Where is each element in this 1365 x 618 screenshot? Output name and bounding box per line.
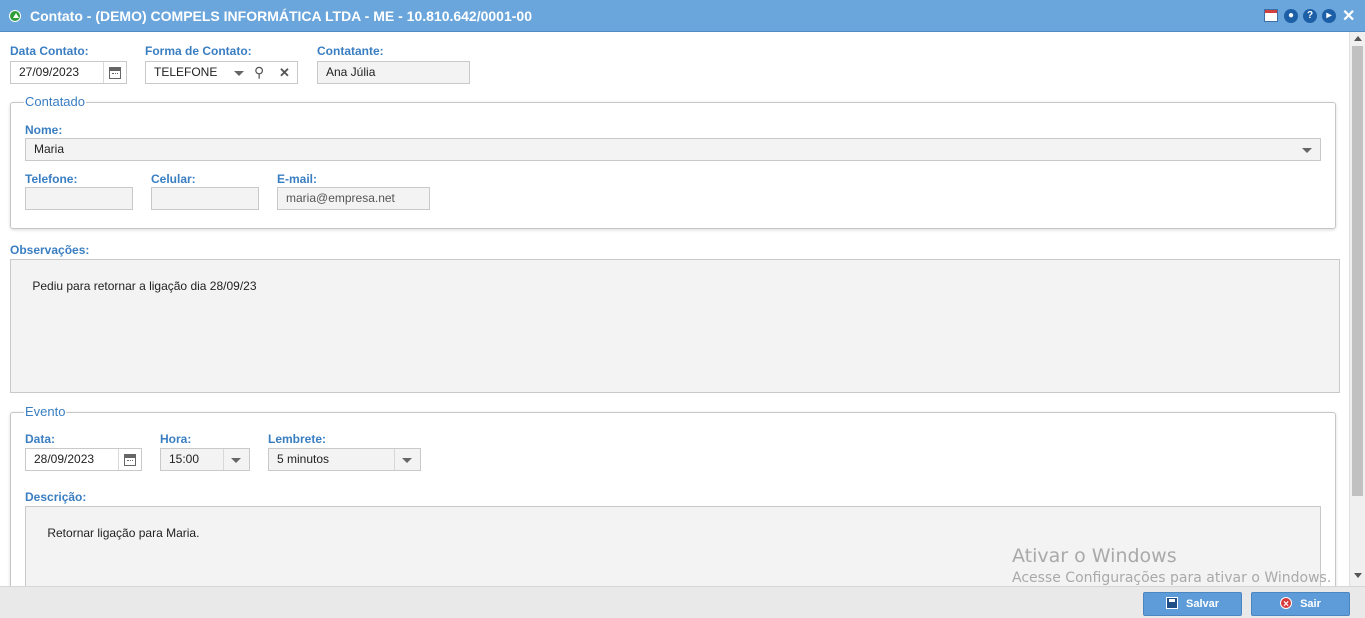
vertical-scrollbar[interactable] xyxy=(1349,32,1365,586)
description-label: Descrição: xyxy=(25,490,87,504)
event-time-select[interactable]: 15:00 xyxy=(160,448,250,471)
phone-field[interactable] xyxy=(25,187,133,210)
name-select[interactable]: Maria xyxy=(25,138,1321,161)
contact-date-label: Data Contato: xyxy=(10,44,89,58)
help-icon[interactable]: ? xyxy=(1303,9,1317,23)
chevron-down-icon[interactable] xyxy=(234,71,244,76)
observations-value: Pediu para retornar a ligação dia 28/09/… xyxy=(32,279,257,293)
save-button[interactable]: Salvar xyxy=(1143,592,1242,616)
contact-form-label: Forma de Contato: xyxy=(145,44,252,58)
event-date-label: Data: xyxy=(25,432,56,446)
event-legend: Evento xyxy=(24,404,67,419)
calendar-icon[interactable] xyxy=(1264,9,1278,22)
chevron-down-icon[interactable] xyxy=(402,458,412,463)
contacted-legend: Contatado xyxy=(24,94,86,109)
observations-textarea[interactable]: Pediu para retornar a ligação dia 28/09/… xyxy=(10,259,1340,393)
calendar-picker-icon[interactable] xyxy=(109,67,121,79)
record-icon[interactable]: ● xyxy=(1284,9,1298,23)
scroll-up-icon[interactable] xyxy=(1354,36,1362,41)
contact-date-value: 27/09/2023 xyxy=(19,65,80,79)
scrollbar-thumb[interactable] xyxy=(1352,46,1363,496)
contactor-field[interactable]: Ana Júlia xyxy=(317,61,470,84)
event-time-label: Hora: xyxy=(160,432,192,446)
field-separator xyxy=(103,62,104,83)
phone-label: Telefone: xyxy=(25,172,78,186)
chevron-down-icon[interactable] xyxy=(1302,148,1312,153)
reminder-value: 5 minutos xyxy=(277,452,330,466)
clear-icon[interactable]: ✕ xyxy=(279,62,290,83)
name-value: Maria xyxy=(34,142,65,156)
activation-watermark-title: Ativar o Windows xyxy=(1012,545,1177,567)
event-date-value: 28/09/2023 xyxy=(34,452,95,466)
search-icon[interactable]: ⚲ xyxy=(254,62,264,83)
exit-button-label: Sair xyxy=(1300,598,1321,610)
scroll-down-icon[interactable] xyxy=(1354,573,1362,578)
app-up-arrow-icon xyxy=(9,10,21,22)
reminder-label: Lembrete: xyxy=(268,432,327,446)
name-label: Nome: xyxy=(25,123,63,137)
calendar-picker-icon[interactable] xyxy=(124,454,136,466)
contact-form-value: TELEFONE xyxy=(154,65,218,79)
contact-form-select[interactable]: TELEFONE ⚲ ✕ xyxy=(145,61,298,84)
mobile-label: Celular: xyxy=(151,172,196,186)
email-value: maria@empresa.net xyxy=(286,191,395,205)
contactor-label: Contatante: xyxy=(317,44,384,58)
window-title: Contato - (DEMO) COMPELS INFORMÁTICA LTD… xyxy=(30,8,532,24)
window-titlebar: Contato - (DEMO) COMPELS INFORMÁTICA LTD… xyxy=(0,0,1365,32)
observations-label: Observações: xyxy=(10,243,90,257)
field-separator xyxy=(394,449,395,470)
reminder-select[interactable]: 5 minutos xyxy=(268,448,421,471)
exit-button[interactable]: Sair xyxy=(1251,592,1350,616)
activation-watermark-text: Acesse Configurações para ativar o Windo… xyxy=(1012,570,1332,586)
email-label: E-mail: xyxy=(277,172,318,186)
event-date-field[interactable]: 28/09/2023 xyxy=(25,448,142,471)
exit-icon xyxy=(1280,594,1293,616)
contactor-value: Ana Júlia xyxy=(326,65,376,79)
close-icon[interactable]: ✕ xyxy=(1342,6,1355,26)
field-separator xyxy=(118,449,119,470)
event-time-value: 15:00 xyxy=(169,452,200,466)
play-icon[interactable]: ▸ xyxy=(1322,9,1336,23)
form-content: Data Contato: 27/09/2023 Forma de Contat… xyxy=(0,32,1349,586)
footer-bar: Salvar Sair xyxy=(0,586,1365,618)
save-icon xyxy=(1165,597,1178,610)
description-value: Retornar ligação para Maria. xyxy=(47,526,200,540)
save-button-label: Salvar xyxy=(1185,598,1220,610)
mobile-field[interactable] xyxy=(151,187,259,210)
chevron-down-icon[interactable] xyxy=(231,458,241,463)
email-field[interactable]: maria@empresa.net xyxy=(277,187,430,210)
field-separator xyxy=(223,449,224,470)
contact-date-field[interactable]: 27/09/2023 xyxy=(10,61,127,84)
